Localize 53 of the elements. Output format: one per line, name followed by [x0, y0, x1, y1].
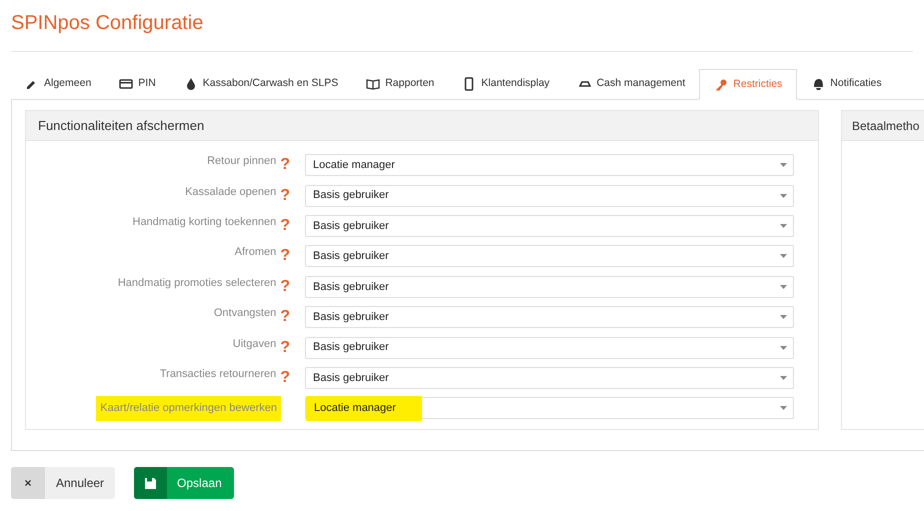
field-label: Retour pinnen — [207, 154, 276, 170]
bell-icon — [811, 76, 826, 90]
card-title: Functionaliteiten afschermen — [38, 116, 204, 135]
field-label: Uitgaven — [232, 336, 276, 352]
field-label: Kassalade openen — [185, 184, 276, 200]
role-select[interactable]: Basis gebruiker — [305, 184, 794, 207]
role-select[interactable]: Locatie manager — [305, 154, 794, 176]
select-value: Locatie manager — [312, 158, 395, 173]
select-value: Basis gebruiker — [312, 310, 389, 325]
select-value: Basis gebruiker — [312, 280, 389, 294]
key-icon — [714, 78, 728, 92]
tab[interactable]: Cash management — [564, 68, 700, 99]
role-select[interactable]: Basis gebruiker — [305, 336, 794, 359]
tab[interactable]: Kassabon/Carwash en SLPS — [170, 68, 352, 99]
tab[interactable]: Klantendisplay — [448, 68, 564, 99]
role-select[interactable]: Basis gebruiker — [305, 276, 794, 298]
caret-icon — [780, 194, 787, 198]
role-select[interactable]: Basis gebruiker — [305, 245, 794, 268]
page-title: SPINpos Configuratie — [11, 11, 204, 36]
role-select[interactable]: Basis gebruiker — [305, 366, 794, 389]
caret-icon — [780, 406, 787, 410]
cancel-button[interactable]: × Annuleer — [11, 467, 116, 499]
select-value: Basis gebruiker — [312, 370, 389, 386]
tab[interactable]: Notificaties — [797, 68, 896, 99]
role-select[interactable]: Basis gebruiker — [305, 306, 794, 328]
role-select[interactable]: Basis gebruiker — [305, 214, 794, 237]
select-value: Basis gebruiker — [312, 340, 389, 356]
field-label: Handmatig promoties selecteren — [118, 276, 276, 291]
tab[interactable]: PIN — [105, 68, 170, 99]
caret-icon — [780, 315, 787, 320]
caret-icon — [780, 284, 787, 289]
caret-icon — [780, 346, 787, 350]
book-icon — [366, 76, 380, 90]
select-value: Basis gebruiker — [312, 249, 389, 264]
phone-icon — [462, 76, 476, 90]
caret-icon — [780, 224, 787, 228]
caret-icon — [780, 376, 787, 380]
caret-icon — [780, 254, 787, 258]
select-value: Basis gebruiker — [312, 188, 389, 204]
field-label: Afromen — [234, 245, 276, 260]
tab[interactable]: Algemeen — [11, 68, 106, 99]
role-select[interactable]: Locatie manager — [305, 397, 794, 420]
field-label: Kaart/relatie opmerkingen bewerken — [96, 396, 281, 421]
close-icon: × — [11, 467, 45, 499]
card-title: Betaalmetho — [852, 118, 920, 134]
field-label: Ontvangsten — [214, 306, 276, 322]
tab[interactable]: Rapporten — [352, 68, 448, 99]
select-value: Locatie manager — [306, 396, 422, 421]
field-label: Transacties retourneren — [160, 366, 276, 382]
card-icon — [119, 76, 134, 90]
select-value: Basis gebruiker — [312, 218, 389, 234]
caret-icon — [780, 163, 787, 168]
field-label: Handmatig korting toekennen — [132, 214, 276, 230]
